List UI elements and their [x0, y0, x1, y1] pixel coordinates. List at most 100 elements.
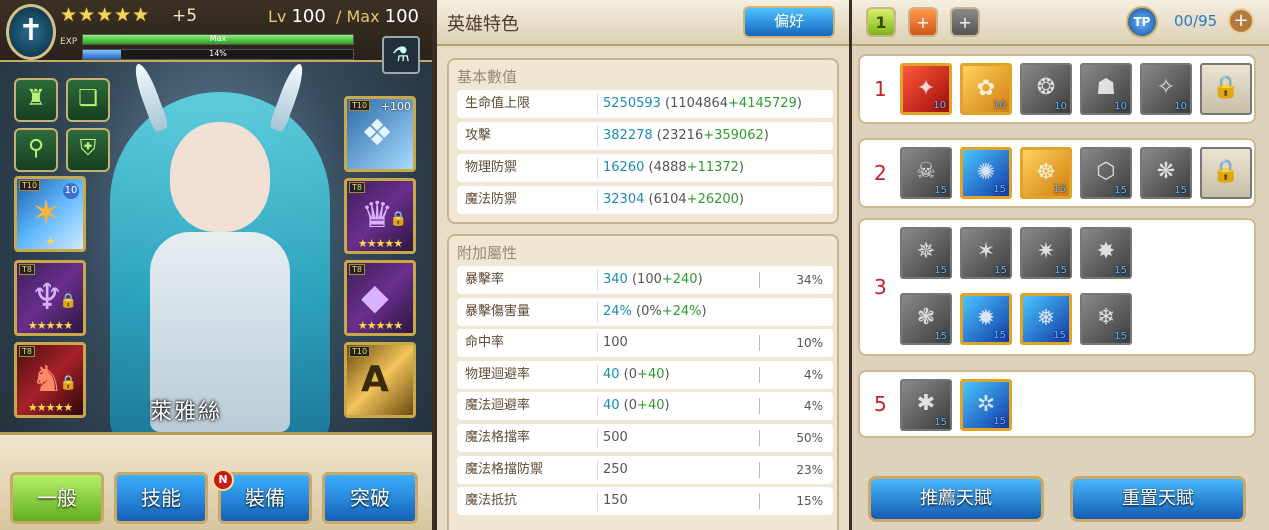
- talent-icon[interactable]: ✵ 15: [900, 227, 952, 279]
- talent-icon[interactable]: ✱ 15: [900, 379, 952, 431]
- talent-icon[interactable]: ✹ 15: [960, 293, 1012, 345]
- talent-icon[interactable]: ✷ 15: [1020, 227, 1072, 279]
- extra-stats-section: 附加屬性 暴擊率 340 (100+240) 34% 暴擊傷害量 24% (0%+24%…: [447, 234, 839, 530]
- add-page-button[interactable]: +: [908, 7, 938, 37]
- talent-panel: 1 + + TP 00/95 + 1 ✦ 10 ✿ 10 ❂ 10 ☗ 10 ✧ 10 🔒 2 ☠ 15 ✺ 1…: [852, 0, 1269, 530]
- tab-skills[interactable]: 技能: [114, 472, 208, 524]
- equip-slot-right-1[interactable]: T10 +100 ❖: [344, 96, 416, 172]
- talent-tier-number: 5: [874, 392, 887, 416]
- talent-icon[interactable]: ✿ 10: [960, 63, 1012, 115]
- hero-stars: ★★★★★: [60, 4, 151, 26]
- equip-slot-weapon[interactable]: T10 ✶ 10 ★: [14, 176, 86, 252]
- base-stat-row: 生命值上限 5250593 (1104864+4145729): [457, 90, 833, 118]
- talent-tier-5: 5 ✱ 15 ✲ 15: [858, 370, 1256, 438]
- talent-symbol-icon: ❄: [1096, 305, 1116, 330]
- lock-icon: 🔒: [1212, 75, 1240, 100]
- talent-icon[interactable]: ✸ 15: [1080, 227, 1132, 279]
- tab-breakthrough[interactable]: 突破: [322, 472, 418, 524]
- add-page-locked-button[interactable]: +: [950, 7, 980, 37]
- stat-label: 物理防禦: [465, 160, 518, 175]
- stat-label: 暴擊率: [465, 272, 505, 287]
- talent-symbol-icon: ☗: [1096, 75, 1116, 100]
- talent-tier-2: 2 ☠ 15 ✺ 15 ☸ 15 ⬡ 15 ❋ 15 🔒: [858, 138, 1256, 208]
- potion-icon[interactable]: ⚗: [382, 36, 420, 74]
- talent-icon[interactable]: ❋ 15: [1140, 147, 1192, 199]
- equip-slot-right-3[interactable]: T8 ◆ ★★★★★: [344, 260, 416, 336]
- talent-header: 1 + + TP 00/95 +: [852, 0, 1269, 46]
- talent-icon[interactable]: ✧ 10: [1140, 63, 1192, 115]
- extra-stat-row: 物理迴避率 40 (0+40) 4%: [457, 360, 833, 389]
- talent-icon[interactable]: ☸ 15: [1020, 147, 1072, 199]
- talent-icon[interactable]: ❂ 10: [1020, 63, 1072, 115]
- stat-percent: 4%: [803, 399, 823, 414]
- extra-stat-row: 命中率 100 10%: [457, 329, 833, 358]
- stat-value: 150: [603, 493, 628, 509]
- talent-tier-1: 1 ✦ 10 ✿ 10 ❂ 10 ☗ 10 ✧ 10 🔒: [858, 54, 1256, 124]
- progress-bar: 14%: [82, 49, 354, 60]
- add-tp-button[interactable]: +: [1228, 8, 1254, 34]
- talent-icon[interactable]: ☗ 10: [1080, 63, 1132, 115]
- stat-value: 16260 (4888+11372): [603, 160, 744, 175]
- tab-general[interactable]: 一般: [10, 472, 104, 524]
- stat-label: 暴擊傷害量: [465, 303, 531, 319]
- extra-stat-row: 魔法格擋防禦 250 23%: [457, 455, 833, 484]
- talent-level: 15: [934, 265, 947, 276]
- stat-value: 40 (0+40): [603, 398, 670, 414]
- talent-symbol-icon: ❂: [1036, 75, 1056, 100]
- stat-label: 魔法格擋率: [465, 430, 531, 445]
- inspect-icon[interactable]: ⚲: [14, 128, 58, 172]
- talent-icon[interactable]: ✺ 15: [960, 147, 1012, 199]
- stat-label: 魔法防禦: [465, 192, 518, 207]
- cards-icon[interactable]: ❏: [66, 78, 110, 122]
- talent-icon[interactable]: ✦ 10: [900, 63, 952, 115]
- stat-percent: 50%: [796, 431, 823, 445]
- recommend-talent-button[interactable]: 推薦天賦: [868, 476, 1044, 522]
- stats-panel: 英雄特色 偏好 基本數值 生命值上限 5250593 (1104864+41457…: [437, 0, 849, 530]
- talent-level: 15: [1174, 185, 1187, 196]
- extra-stat-row: 魔法抵抗 150 15%: [457, 487, 833, 516]
- hero-portrait: [90, 61, 352, 442]
- costume-icon[interactable]: ♜: [14, 78, 58, 122]
- hero-class-icon[interactable]: ✝: [6, 4, 56, 60]
- hero-header: ✝ ★★★★★ +5 Lv 100 / Max 100 EXP Max 14%: [0, 0, 432, 62]
- talent-icon[interactable]: ⬡ 15: [1080, 147, 1132, 199]
- talent-icon[interactable]: ❃ 15: [900, 293, 952, 345]
- reset-talent-button[interactable]: 重置天賦: [1070, 476, 1246, 522]
- talent-icon[interactable]: ✶ 15: [960, 227, 1012, 279]
- hero-star-bonus: +5: [172, 6, 198, 26]
- extra-stat-row: 魔法格擋率 500 50%: [457, 424, 833, 452]
- talent-symbol-icon: ❅: [1036, 306, 1056, 331]
- talent-tier-number: 3: [874, 275, 887, 299]
- lock-icon: 🔒: [389, 211, 407, 227]
- talent-symbol-icon: ❋: [1156, 159, 1176, 184]
- talent-level: 15: [993, 416, 1006, 427]
- talent-icon[interactable]: ✲ 15: [960, 379, 1012, 431]
- stat-percent: 15%: [796, 494, 823, 509]
- stat-percent: 4%: [803, 367, 823, 382]
- lock-icon: 🔒: [59, 375, 77, 391]
- tp-icon: TP: [1126, 6, 1158, 38]
- talent-level: 15: [993, 184, 1006, 195]
- stats-header: 英雄特色 偏好: [437, 0, 849, 46]
- stat-value: 340 (100+240): [603, 272, 703, 287]
- equip-slot-amulet[interactable]: T10 A: [344, 342, 416, 418]
- talent-locked-slot[interactable]: 🔒: [1200, 63, 1252, 115]
- equip-slot-left-3[interactable]: T8 ♞ 🔒 ★★★★★: [14, 342, 86, 418]
- stat-value: 500: [603, 430, 628, 445]
- talent-icon[interactable]: ❄ 15: [1080, 293, 1132, 345]
- talent-symbol-icon: ✷: [1036, 239, 1056, 264]
- talent-icon[interactable]: ❅ 15: [1020, 293, 1072, 345]
- talent-locked-slot[interactable]: 🔒: [1200, 147, 1252, 199]
- talent-symbol-icon: ✦: [916, 76, 936, 101]
- armor-icon[interactable]: ⛨: [66, 128, 110, 172]
- talent-symbol-icon: ⬡: [1096, 159, 1116, 184]
- equip-slot-left-2[interactable]: T8 ♆ 🔒 ★★★★★: [14, 260, 86, 336]
- stat-percent: 23%: [796, 462, 823, 477]
- preference-button[interactable]: 偏好: [743, 6, 835, 38]
- talent-level: 15: [1053, 184, 1066, 195]
- stat-label: 生命值上限: [465, 96, 531, 111]
- talent-page-1-button[interactable]: 1: [866, 7, 896, 37]
- equip-slot-right-2[interactable]: T8 ♛ 🔒 ★★★★★: [344, 178, 416, 254]
- talent-icon[interactable]: ☠ 15: [900, 147, 952, 199]
- stat-label: 魔法格擋防禦: [465, 461, 544, 477]
